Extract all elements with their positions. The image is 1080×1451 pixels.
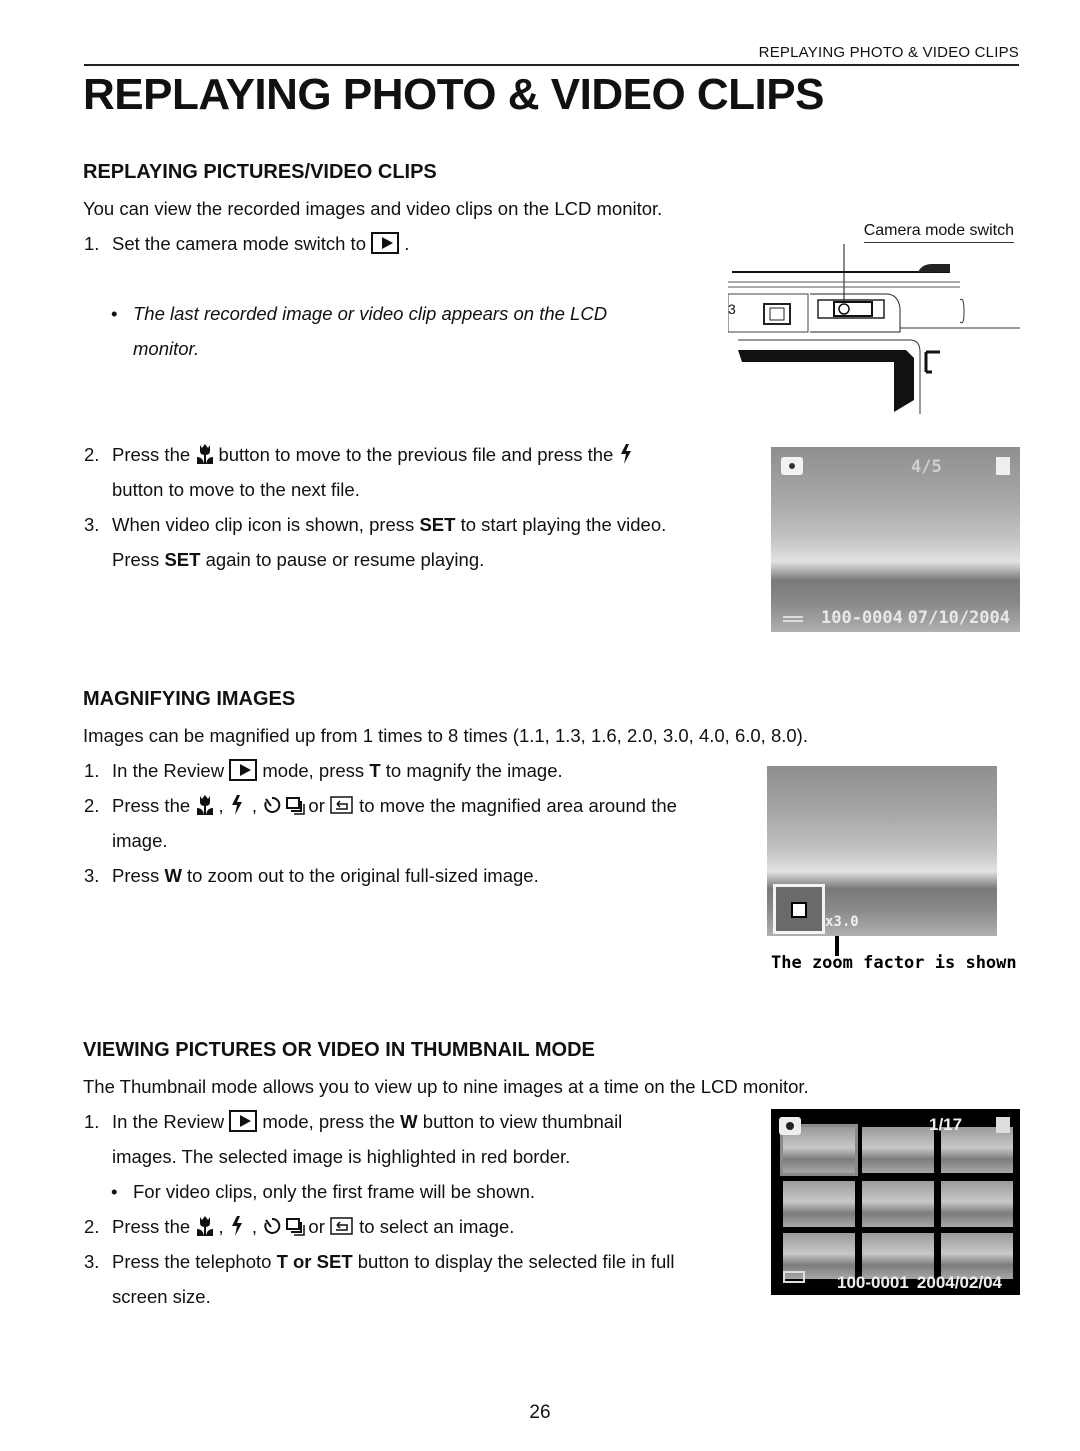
- magnified-image-figure: x3.0: [767, 766, 997, 936]
- zoom-factor-caption: The zoom factor is shown: [771, 953, 1017, 973]
- continuous-shot-icon: [285, 1213, 306, 1236]
- section-heading-replaying: REPLAYING PICTURES/VIDEO CLIPS: [83, 161, 437, 183]
- return-icon: [330, 1213, 354, 1235]
- lcd-counter: 4/5: [911, 457, 942, 477]
- continuous-shot-icon: [285, 792, 306, 815]
- replaying-intro: You can view the recorded images and vid…: [83, 198, 663, 219]
- playback-mode-icon: [229, 1110, 258, 1132]
- camera-mode-icon: [781, 457, 803, 475]
- self-timer-icon: [262, 1213, 281, 1234]
- flash-icon: [229, 792, 247, 815]
- memory-icon: [996, 457, 1010, 475]
- thumbnail-grid-figure: 1/17 100-0001 2004/02/04: [771, 1109, 1020, 1295]
- lcd-playback-figure: 4/5 100-0004 07/10/2004: [771, 447, 1020, 632]
- thumbnail-counter: 1/17: [929, 1115, 963, 1134]
- magnify-step-1: 1. In the Review mode, press T to magnif…: [84, 759, 563, 781]
- magnify-step-2: 2. Press the , , or to move the magnifie…: [84, 788, 754, 858]
- thumbnail-step-3: 3. Press the telephoto T or SET button t…: [84, 1251, 675, 1307]
- flash-icon: [618, 441, 636, 464]
- replaying-step-3: 3. When video clip icon is shown, press …: [84, 514, 667, 570]
- page-title: REPLAYING PHOTO & VIDEO CLIPS: [83, 70, 824, 119]
- thumbnail-step-2: 2. Press the , , or to select an image.: [84, 1209, 744, 1244]
- thumbnail-step-1: 1. In the Review mode, press the W butto…: [84, 1110, 623, 1167]
- thumbnail-item: [783, 1181, 855, 1227]
- thumbnail-intro: The Thumbnail mode allows you to view up…: [83, 1076, 809, 1097]
- svg-text:3: 3: [728, 301, 736, 317]
- lcd-file-number: 100-0004: [821, 608, 903, 628]
- camera-mode-switch-figure: Camera mode switch 3: [728, 222, 1020, 414]
- thumbnail-date: 2004/02/04: [916, 1273, 1002, 1292]
- thumbnail-item: [941, 1181, 1013, 1227]
- playback-mode-icon: [229, 759, 258, 781]
- camera-illustration: 3: [728, 244, 1020, 414]
- camera-mode-icon: [779, 1117, 801, 1135]
- self-timer-icon: [262, 792, 281, 813]
- return-icon: [330, 792, 354, 814]
- macro-tulip-icon: [195, 792, 214, 815]
- thumbnail-note: • For video clips, only the first frame …: [111, 1181, 536, 1202]
- flash-icon: [229, 1213, 247, 1236]
- playback-mode-icon: [371, 232, 400, 254]
- thumbnail-file-number: 100-0001: [837, 1273, 909, 1292]
- magnify-intro: Images can be magnified up from 1 times …: [83, 725, 808, 746]
- section-heading-magnifying: MAGNIFYING IMAGES: [83, 688, 296, 710]
- macro-tulip-icon: [195, 441, 214, 464]
- running-head: REPLAYING PHOTO & VIDEO CLIPS: [84, 44, 1019, 66]
- replaying-step-1: 1. Set the camera mode switch to .: [84, 232, 410, 254]
- zoom-factor-readout: x3.0: [825, 914, 859, 930]
- internal-memory-icon: [996, 1117, 1010, 1133]
- magnify-step-3: 3. Press W to zoom out to the original f…: [84, 865, 539, 886]
- replaying-step-2: 2. Press the button to move to the previ…: [84, 437, 724, 507]
- macro-tulip-icon: [195, 1213, 214, 1236]
- battery-icon: [783, 1271, 805, 1283]
- page-number: 26: [529, 1402, 551, 1423]
- section-heading-thumbnail: VIEWING PICTURES OR VIDEO IN THUMBNAIL M…: [83, 1039, 595, 1061]
- thumbnail-item: [862, 1127, 934, 1173]
- zoom-position-indicator: [773, 884, 825, 934]
- lcd-date: 07/10/2004: [907, 608, 1010, 628]
- battery-icon: [783, 620, 803, 622]
- thumbnail-item: [862, 1181, 934, 1227]
